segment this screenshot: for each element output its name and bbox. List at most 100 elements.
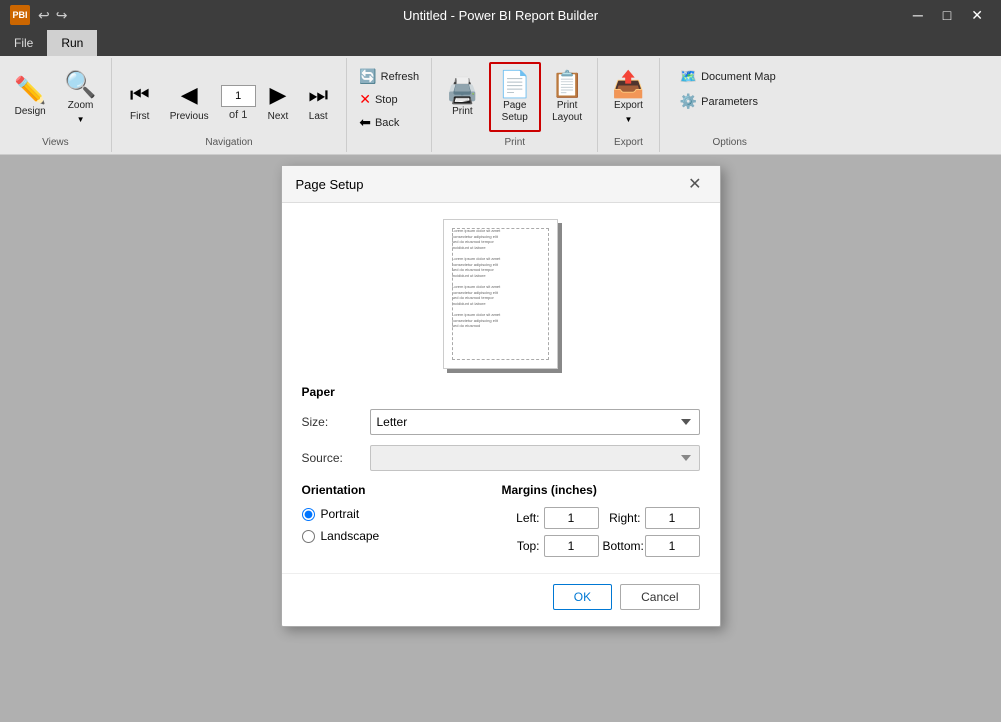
navigation-content: ⏮ First ◀ Previous 1 of 1 ▶ Next ⏭ Last xyxy=(118,62,340,133)
tab-file[interactable]: File xyxy=(0,30,47,56)
ribbon-tabs: File Run xyxy=(0,30,1001,56)
navigation-group-label: Navigation xyxy=(205,133,252,148)
maximize-button[interactable]: □ xyxy=(935,3,959,28)
previous-button[interactable]: ◀ Previous xyxy=(162,73,217,133)
stop-label: Stop xyxy=(375,94,398,106)
title-bar-left: PBI ↩ ↪ xyxy=(10,5,67,25)
last-button[interactable]: ⏭ Last xyxy=(300,73,336,133)
zoom-icon: 🔍 xyxy=(64,71,96,97)
top-input[interactable]: 1 xyxy=(544,535,599,557)
landscape-label: Landscape xyxy=(321,529,380,543)
top-label: Top: xyxy=(502,539,540,553)
refresh-button[interactable]: 🔄 Refresh xyxy=(353,66,425,87)
source-row: Source: xyxy=(302,445,700,471)
back-button[interactable]: ⬅ Back xyxy=(353,112,425,133)
cancel-button[interactable]: Cancel xyxy=(620,584,699,610)
paper-preview: Lorem ipsum dolor sit ametconsectetur ad… xyxy=(302,219,700,369)
orientation-col: Orientation Portrait Landscape xyxy=(302,483,472,557)
design-icon: ✏️ xyxy=(14,77,46,103)
stop-button[interactable]: ✕ Stop xyxy=(353,89,425,110)
print-icon: 🖨️ xyxy=(446,77,478,103)
undo-button[interactable]: ↩ xyxy=(38,7,50,24)
size-select[interactable]: Letter Legal A4 A3 xyxy=(370,409,700,435)
window-controls: ─ □ ✕ xyxy=(905,3,991,28)
close-button[interactable]: ✕ xyxy=(963,3,991,28)
page-setup-icon: 📄 xyxy=(499,71,531,97)
redo-button[interactable]: ↪ xyxy=(56,7,68,24)
paper-shadow: Lorem ipsum dolor sit ametconsectetur ad… xyxy=(443,219,558,369)
main-content: Page Setup ✕ Lorem ipsum dolor sit ametc… xyxy=(0,155,1001,722)
orientation-label: Orientation xyxy=(302,483,472,497)
refresh-icon: 🔄 xyxy=(359,68,376,85)
ribbon-group-export: 📤 Export ▼ Export xyxy=(598,58,659,152)
paper-sheet: Lorem ipsum dolor sit ametconsectetur ad… xyxy=(443,219,558,369)
title-bar: PBI ↩ ↪ Untitled - Power BI Report Build… xyxy=(0,0,1001,30)
stop-icon: ✕ xyxy=(359,91,371,108)
bottom-input[interactable]: 1 xyxy=(645,535,700,557)
margins-grid: Left: 1 Right: 1 Top: 1 Bottom: 1 xyxy=(502,507,700,557)
parameters-button[interactable]: ⚙️ Parameters xyxy=(676,91,784,112)
print-content: 🖨️ Print 📄 Page Setup 📋 Print Layout xyxy=(438,62,591,133)
dialog-overlay: Page Setup ✕ Lorem ipsum dolor sit ametc… xyxy=(0,155,1001,722)
source-label: Source: xyxy=(302,451,362,465)
first-label: First xyxy=(130,111,149,123)
right-label: Right: xyxy=(603,511,641,525)
dialog-close-button[interactable]: ✕ xyxy=(684,174,705,194)
portrait-label: Portrait xyxy=(321,507,360,521)
document-map-label: Document Map xyxy=(701,71,776,83)
run-content: 🔄 Refresh ✕ Stop ⬅ Back xyxy=(353,62,425,133)
portrait-row: Portrait xyxy=(302,507,472,521)
first-button[interactable]: ⏮ First xyxy=(122,73,158,133)
ribbon-group-options: 🗺️ Document Map ⚙️ Parameters Options xyxy=(660,58,800,152)
ribbon-group-navigation: ⏮ First ◀ Previous 1 of 1 ▶ Next ⏭ Last … xyxy=(112,58,347,152)
ribbon-group-run: 🔄 Refresh ✕ Stop ⬅ Back Run xyxy=(347,58,432,152)
print-layout-button[interactable]: 📋 Print Layout xyxy=(543,62,591,132)
design-label: Design xyxy=(15,106,46,118)
dialog-title: Page Setup xyxy=(296,177,364,192)
ribbon: ✏️ Design 🔍 Zoom ▼ Views ⏮ First ◀ Previ… xyxy=(0,56,1001,155)
print-button[interactable]: 🖨️ Print xyxy=(438,62,486,132)
last-icon: ⏭ xyxy=(308,82,328,108)
margins-label: Margins (inches) xyxy=(502,483,700,497)
zoom-dropdown-arrow: ▼ xyxy=(77,115,85,124)
options-group-label: Options xyxy=(712,133,746,148)
design-button[interactable]: ✏️ Design xyxy=(6,62,54,132)
left-label: Left: xyxy=(502,511,540,525)
next-label: Next xyxy=(268,111,289,123)
page-number-input[interactable]: 1 xyxy=(221,85,256,107)
previous-icon: ◀ xyxy=(181,82,198,108)
next-button[interactable]: ▶ Next xyxy=(260,73,297,133)
minimize-button[interactable]: ─ xyxy=(905,3,931,28)
page-setup-button[interactable]: 📄 Page Setup xyxy=(489,62,541,132)
paper-dashed-border xyxy=(452,228,549,360)
dialog-footer: OK Cancel xyxy=(282,573,720,626)
export-group-label: Export xyxy=(614,133,643,148)
app-icon: PBI xyxy=(10,5,30,25)
ok-button[interactable]: OK xyxy=(553,584,612,610)
parameters-icon: ⚙️ xyxy=(680,93,697,110)
landscape-radio[interactable] xyxy=(302,530,315,543)
page-setup-label: Page Setup xyxy=(502,100,528,124)
export-content: 📤 Export ▼ xyxy=(604,62,652,133)
window-title: Untitled - Power BI Report Builder xyxy=(403,8,598,23)
print-layout-label: Print Layout xyxy=(552,100,582,124)
tab-run[interactable]: Run xyxy=(47,30,97,56)
export-dropdown-icon: ▼ xyxy=(625,115,633,124)
ribbon-group-views: ✏️ Design 🔍 Zoom ▼ Views xyxy=(0,58,112,152)
size-label: Size: xyxy=(302,415,362,429)
left-input[interactable]: 1 xyxy=(544,507,599,529)
document-map-button[interactable]: 🗺️ Document Map xyxy=(676,66,784,87)
orientation-margins-section: Orientation Portrait Landscape Margins (… xyxy=(302,483,700,557)
portrait-radio[interactable] xyxy=(302,508,315,521)
page-of-label: of 1 xyxy=(229,109,247,121)
zoom-label: Zoom xyxy=(68,100,94,112)
back-label: Back xyxy=(375,117,399,129)
export-button[interactable]: 📤 Export ▼ xyxy=(604,62,652,132)
previous-label: Previous xyxy=(170,111,209,123)
landscape-row: Landscape xyxy=(302,529,472,543)
size-row: Size: Letter Legal A4 A3 xyxy=(302,409,700,435)
page-number-group: 1 of 1 xyxy=(221,85,256,121)
zoom-button[interactable]: 🔍 Zoom ▼ xyxy=(56,62,104,132)
right-input[interactable]: 1 xyxy=(645,507,700,529)
refresh-label: Refresh xyxy=(381,71,420,83)
